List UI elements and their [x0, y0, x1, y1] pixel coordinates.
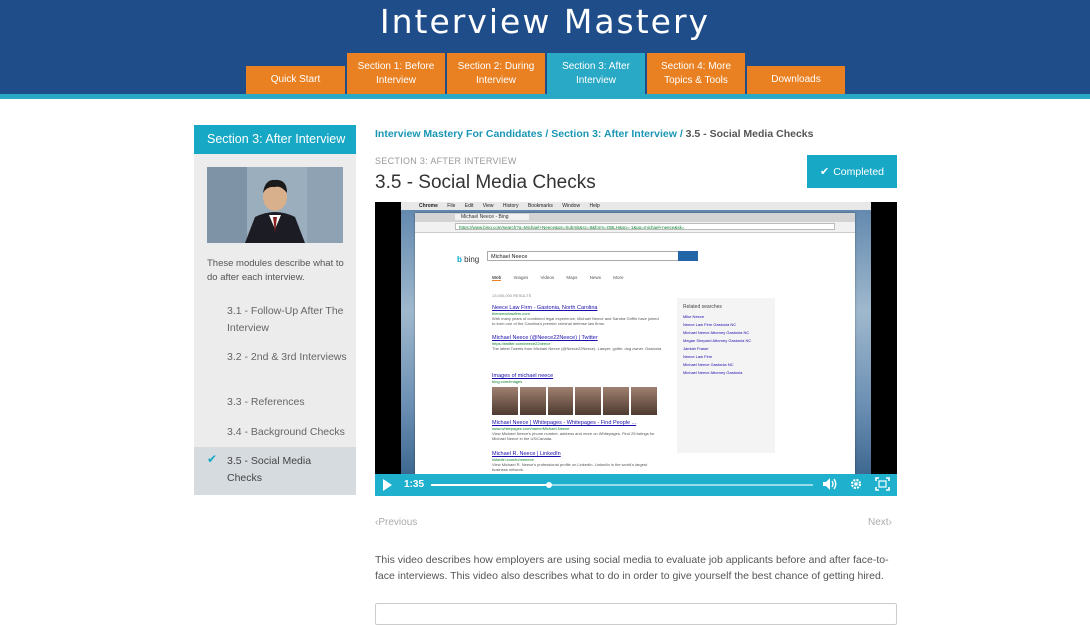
- bing-search-input: Michael Neece: [487, 251, 682, 261]
- bing-nav: Web Images Videos Maps News More: [492, 275, 635, 281]
- related-link: Jamiah Fraser: [683, 346, 709, 351]
- search-result: Michael R. Neece | LinkedIn linkedin.com…: [492, 451, 662, 472]
- sidebar-item-label: 3.4 - Background Checks: [227, 426, 345, 438]
- sidebar-item-3-2[interactable]: 3.2 - 2nd & 3rd Interviews: [194, 349, 356, 366]
- related-link: Michael Neece Attorney Gastonia NC: [683, 330, 750, 335]
- search-result: Images of michael neece bing.com/images: [492, 373, 662, 384]
- tab-section-1[interactable]: Section 1: Before Interview: [347, 53, 445, 94]
- video-controls: 1:35: [375, 474, 897, 496]
- site-header: Interview Mastery: [0, 0, 1090, 94]
- menubar-item: Help: [589, 203, 600, 209]
- video-scrubber[interactable]: [431, 482, 813, 488]
- video-frame-menubar: Chrome File Edit View History Bookmarks …: [401, 202, 871, 210]
- browser-url: https://www.bing.com/search?q=Michael+Ne…: [455, 223, 835, 230]
- bing-logo: b bing: [457, 255, 480, 264]
- check-icon: ✔: [207, 452, 218, 466]
- menubar-item: Bookmarks: [527, 203, 553, 209]
- video-time: 1:35: [404, 479, 425, 490]
- header-accent-strip: [0, 94, 1090, 99]
- result-image-strip: [492, 387, 657, 415]
- tab-section-4[interactable]: Section 4: More Topics & Tools: [647, 53, 745, 94]
- chevron-right-icon: ›: [888, 517, 892, 528]
- related-title: Related searches: [683, 304, 722, 310]
- breadcrumb-current: 3.5 - Social Media Checks: [685, 128, 814, 140]
- settings-icon[interactable]: [849, 477, 863, 495]
- bing-nav-item: More: [613, 275, 624, 280]
- previous-label: Previous: [378, 517, 418, 528]
- volume-icon[interactable]: [822, 477, 838, 495]
- video-frame-browser: Michael Neece - Bing https://www.bing.co…: [415, 213, 855, 475]
- bing-nav-item: News: [589, 275, 601, 280]
- sidebar-item-3-1[interactable]: 3.1 - Follow-Up After The Interview: [194, 303, 356, 336]
- previous-link[interactable]: ‹Previous: [375, 517, 417, 528]
- next-link[interactable]: Next›: [868, 517, 892, 528]
- tab-section-3[interactable]: Section 3: After Interview: [547, 53, 645, 94]
- sidebar-item-label: 3.2 - 2nd & 3rd Interviews: [227, 351, 347, 363]
- menubar-item: Window: [562, 203, 581, 209]
- breadcrumb-separator: /: [679, 128, 683, 140]
- sidebar-item-3-4[interactable]: 3.4 - Background Checks: [194, 424, 356, 441]
- related-link: Michael Neece Attorney Gastonia: [683, 370, 743, 375]
- sidebar: Section 3: After Interview These modules…: [194, 125, 356, 495]
- result-snippet: With many years of combined legal experi…: [492, 316, 659, 326]
- browser-tab: Michael Neece - Bing: [455, 214, 529, 220]
- scrubber-handle[interactable]: [546, 482, 553, 488]
- sidebar-item-3-3[interactable]: 3.3 - References: [194, 394, 356, 411]
- browser-urlbar: https://www.bing.com/search?q=Michael+Ne…: [415, 222, 855, 233]
- sidebar-item-label: 3.1 - Follow-Up After The Interview: [227, 305, 344, 334]
- breadcrumb-separator: /: [545, 128, 549, 140]
- video-player[interactable]: Chrome File Edit View History Bookmarks …: [375, 202, 897, 496]
- related-link: Megan Shepard Attorney Gastonia NC: [683, 338, 752, 343]
- completed-label: Completed: [833, 165, 884, 178]
- menubar-item: History: [502, 203, 519, 209]
- bing-nav-item: Videos: [540, 275, 555, 280]
- related-link: Mike Neece: [683, 314, 705, 319]
- related-link: Neece Law Firm Gastonia NC: [683, 322, 737, 327]
- breadcrumb: Interview Mastery For Candidates / Secti…: [375, 128, 813, 140]
- menubar-item: View: [482, 203, 494, 209]
- result-snippet: The latest Tweets from Michael Neece (@N…: [492, 346, 662, 351]
- menubar-item: Chrome: [419, 203, 438, 209]
- breadcrumb-link-course[interactable]: Interview Mastery For Candidates: [375, 128, 542, 140]
- tab-section-2[interactable]: Section 2: During Interview: [447, 53, 545, 94]
- breadcrumb-link-section[interactable]: Section 3: After Interview: [551, 128, 677, 140]
- related-link: Neece Law Firm: [683, 354, 713, 359]
- comments-box[interactable]: [375, 603, 897, 625]
- sidebar-description: These modules describe what to do after …: [207, 258, 344, 283]
- menubar-item: Edit: [464, 203, 474, 209]
- play-icon[interactable]: [383, 479, 392, 491]
- page-title: 3.5 - Social Media Checks: [375, 172, 596, 193]
- related-searches: Related searches Mike Neece Neece Law Fi…: [677, 298, 775, 453]
- result-url: bing.com/images: [492, 379, 523, 384]
- site-title: Interview Mastery: [379, 2, 711, 41]
- section-kicker: SECTION 3: AFTER INTERVIEW: [375, 156, 517, 166]
- bing-nav-item: Images: [513, 275, 529, 280]
- search-result: Neece Law Firm - Gastonia, North Carolin…: [492, 305, 662, 326]
- search-result: Michael Neece | Whitepages - Whitepages …: [492, 420, 662, 441]
- next-label: Next: [868, 517, 889, 528]
- fullscreen-icon[interactable]: [875, 477, 890, 495]
- browser-tabbar: Michael Neece - Bing: [415, 213, 855, 222]
- bing-results-count: 13,000,000 RESULTS: [492, 293, 532, 298]
- scrubber-progress: [431, 484, 550, 486]
- sidebar-item-label: 3.3 - References: [227, 396, 305, 408]
- sidebar-header: Section 3: After Interview: [194, 125, 356, 154]
- completed-button[interactable]: ✔ Completed: [807, 155, 897, 188]
- section-photo: [207, 167, 343, 243]
- check-icon: ✔: [820, 166, 830, 178]
- result-snippet: View Michael Neece's phone number, addre…: [492, 431, 655, 441]
- bing-nav-item: Maps: [566, 275, 578, 280]
- bing-nav-item: Web: [492, 275, 502, 281]
- menubar-item: File: [447, 203, 456, 209]
- related-link: Michael Neece Gastonia NC: [683, 362, 734, 367]
- lesson-description: This video describes how employers are u…: [375, 554, 889, 582]
- bing-search-button: [678, 251, 698, 261]
- tab-downloads[interactable]: Downloads: [747, 66, 845, 94]
- sidebar-item-3-5[interactable]: ✔ 3.5 - Social Media Checks: [194, 447, 356, 495]
- sidebar-item-label: 3.5 - Social Media Checks: [227, 455, 312, 484]
- result-snippet: View Michael R. Neece's professional pro…: [492, 462, 648, 472]
- search-result: Michael Neece (@Neece22Neece) | Twitter …: [492, 335, 662, 351]
- tab-quick-start[interactable]: Quick Start: [246, 66, 345, 94]
